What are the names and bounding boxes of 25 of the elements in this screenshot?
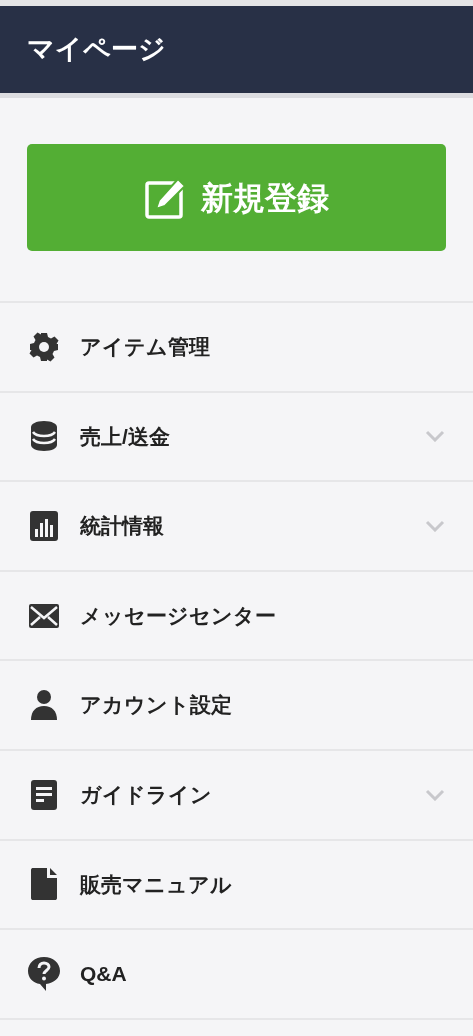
menu-label: 売上/送金	[80, 423, 171, 450]
menu-label: アカウント設定	[80, 692, 233, 719]
page-title: マイページ	[27, 33, 166, 67]
menu-item[interactable]: 販売マニュアル	[0, 840, 473, 931]
menu-item[interactable]: Q&A	[0, 930, 473, 1020]
menu-label: 販売マニュアル	[80, 871, 233, 898]
menu-label: アイテム管理	[80, 334, 211, 361]
menu-item[interactable]: アカウント設定	[0, 661, 473, 751]
menu-item[interactable]: メッセージセンター	[0, 571, 473, 662]
coins-icon	[29, 419, 59, 454]
help-icon	[27, 955, 61, 992]
user-icon	[30, 688, 58, 723]
gear-icon	[28, 330, 60, 363]
menu-label: メッセージセンター	[80, 602, 277, 629]
file-icon	[30, 867, 58, 902]
menu-item[interactable]: アイテム管理	[0, 303, 473, 393]
menu-label: ガイドライン	[80, 782, 213, 808]
document-icon	[30, 778, 58, 811]
menu-label: Q&A	[80, 961, 128, 988]
menu-label: 統計情報	[80, 513, 165, 540]
menu-item[interactable]: 統計情報	[0, 482, 473, 572]
bar-chart-icon	[29, 510, 59, 542]
mail-icon	[28, 602, 60, 629]
menu-item[interactable]: 売上/送金	[0, 392, 473, 483]
menu-item[interactable]: ガイドライン	[0, 750, 473, 841]
